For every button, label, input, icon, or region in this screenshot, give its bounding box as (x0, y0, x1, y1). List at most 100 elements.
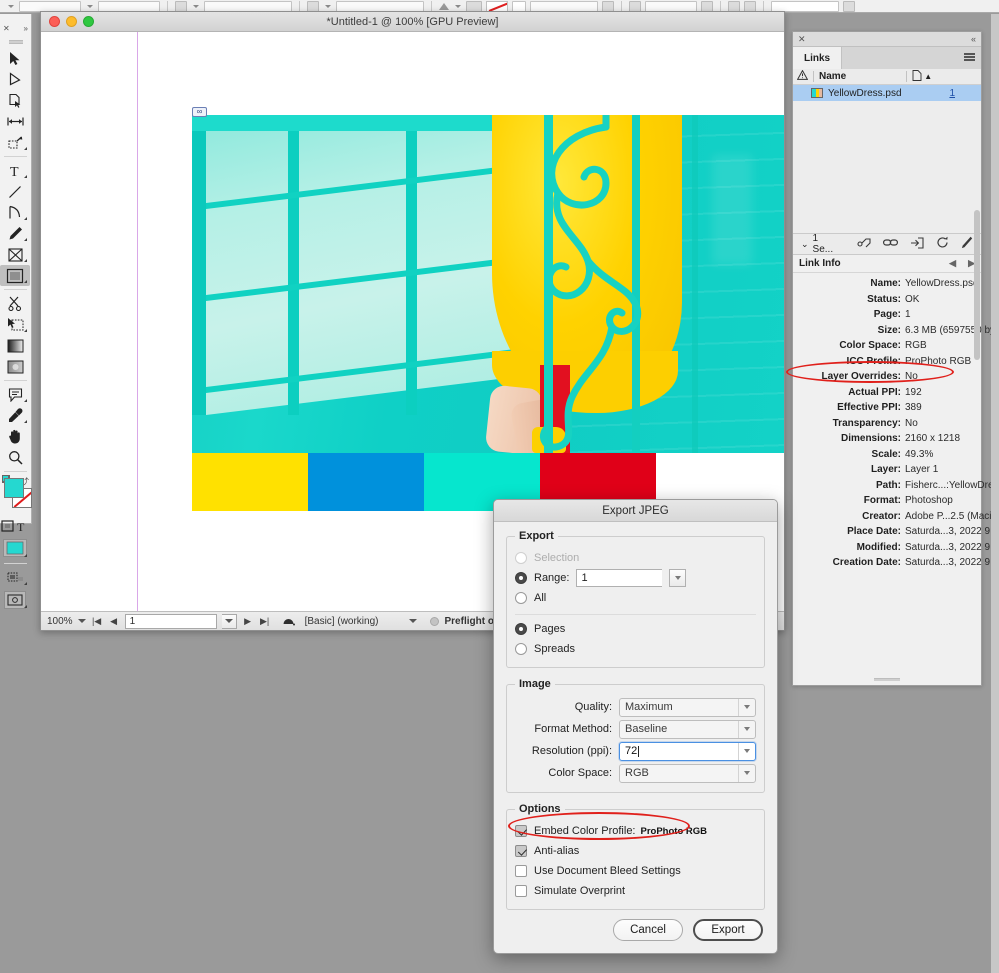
edit-original-icon[interactable] (961, 236, 973, 252)
preset-dropdown-icon[interactable] (409, 619, 418, 623)
zoom-window-button[interactable] (83, 16, 94, 27)
pen-tool[interactable] (0, 202, 30, 223)
control-icon-7[interactable] (843, 0, 855, 12)
hand-tool[interactable] (0, 426, 30, 447)
panel-menu-icon[interactable] (964, 53, 975, 62)
gradient-feather-tool[interactable] (0, 356, 30, 377)
panel-tabs[interactable]: Links (793, 47, 981, 69)
control-field-4[interactable] (336, 0, 424, 12)
swatch-yellow[interactable] (192, 453, 308, 511)
cancel-button[interactable]: Cancel (613, 919, 683, 941)
format-method-select[interactable]: Baseline (619, 719, 756, 739)
preset-icon[interactable] (282, 613, 295, 629)
relink-file-extension-icon[interactable] (910, 236, 924, 252)
collapse-icon[interactable]: » (24, 24, 28, 33)
tool-flyout-indicator[interactable] (24, 277, 27, 283)
control-chevron-icon[interactable] (323, 1, 332, 12)
swatch-blue[interactable] (308, 453, 424, 511)
radio-icon[interactable] (515, 572, 527, 584)
radio-icon[interactable] (515, 592, 527, 604)
triangle-icon[interactable] (439, 2, 449, 10)
scissors-tool[interactable] (0, 293, 30, 314)
control-chevron-icon[interactable] (85, 1, 94, 12)
zoom-level[interactable]: 100% (47, 616, 73, 627)
eyedropper-tool[interactable] (0, 405, 30, 426)
rectangle-tool[interactable] (0, 265, 30, 286)
checkbox-use-document-bleed[interactable]: Use Document Bleed Settings (515, 861, 756, 881)
tool-flyout-indicator[interactable] (24, 602, 27, 608)
control-field-3[interactable] (204, 0, 292, 12)
page-number-field[interactable]: 1 (124, 613, 217, 629)
links-panel-topbar[interactable]: ✕ « (793, 32, 981, 47)
page-tool[interactable] (0, 90, 30, 111)
control-icon-5[interactable] (629, 0, 641, 12)
links-panel-scrollbar[interactable] (974, 210, 980, 640)
rectangle-frame-tool[interactable] (0, 244, 30, 265)
checkbox-icon[interactable] (515, 845, 527, 857)
formatting-affects-container[interactable]: T (0, 515, 30, 536)
zoom-tool[interactable] (0, 447, 30, 468)
resolution-input[interactable]: 72 (619, 741, 756, 761)
previous-link-arrow-icon[interactable]: ◀ (949, 258, 956, 269)
selection-summary[interactable]: ⌄ 1 Se... (801, 233, 833, 255)
color-space-select[interactable]: RGB (619, 763, 756, 783)
last-page-button[interactable]: ▶| (259, 616, 271, 627)
link-badge-icon[interactable]: ∞ (192, 107, 207, 117)
panel-grip[interactable] (8, 40, 23, 44)
tool-flyout-indicator[interactable] (24, 144, 27, 150)
minimize-window-button[interactable] (66, 16, 77, 27)
free-transform-tool[interactable] (0, 314, 30, 335)
control-icon-6[interactable] (701, 0, 713, 12)
stroke-none-swatch[interactable] (486, 0, 508, 12)
gradient-swatch-tool[interactable] (0, 335, 30, 356)
close-window-button[interactable] (49, 16, 60, 27)
tools-panel[interactable]: ✕ » T ⤴ T (0, 14, 32, 609)
radio-spreads[interactable]: Spreads (515, 639, 756, 659)
control-icon-2[interactable] (307, 0, 319, 12)
close-icon[interactable]: ✕ (798, 34, 806, 45)
align-icon-2[interactable] (744, 0, 756, 12)
export-jpeg-dialog[interactable]: Export JPEG Export Selection Range: 1 Al (493, 499, 778, 954)
radio-pages[interactable]: Pages (515, 619, 756, 639)
chevron-down-icon[interactable]: ⌄ (801, 239, 809, 250)
checkbox-icon[interactable] (515, 865, 527, 877)
quality-select[interactable]: Maximum (619, 697, 756, 717)
control-chevron-icon[interactable] (453, 1, 462, 12)
update-link-icon[interactable] (936, 236, 949, 252)
note-tool[interactable] (0, 384, 30, 405)
control-chevron-icon[interactable] (6, 1, 15, 12)
tab-links[interactable]: Links (793, 47, 843, 69)
range-input[interactable]: 1 (576, 569, 663, 587)
name-column-header[interactable]: Name (819, 71, 846, 82)
control-icon-4[interactable] (602, 0, 614, 12)
tool-flyout-indicator[interactable] (24, 417, 27, 423)
previous-page-button[interactable]: ◀ (108, 616, 120, 627)
tools-panel-header[interactable]: ✕ » (0, 16, 31, 40)
tool-flyout-indicator[interactable] (24, 326, 27, 332)
normal-view-mode[interactable] (0, 567, 30, 588)
export-button[interactable]: Export (693, 919, 763, 941)
tool-flyout-indicator[interactable] (24, 551, 27, 557)
radio-icon[interactable] (515, 643, 527, 655)
pencil-tool[interactable] (0, 223, 30, 244)
content-collector-tool[interactable] (0, 132, 30, 153)
align-icon-1[interactable] (728, 0, 740, 12)
link-filename[interactable]: YellowDress.psd (828, 88, 902, 99)
apply-color-button[interactable] (0, 536, 30, 560)
list-item[interactable]: YellowDress.psd 1 (793, 85, 981, 101)
checkbox-icon[interactable] (515, 825, 527, 837)
range-dropdown-button[interactable] (669, 569, 687, 587)
control-field-6[interactable] (771, 0, 839, 12)
zoom-dropdown-icon[interactable] (77, 619, 86, 623)
radio-range[interactable]: Range: 1 (515, 568, 756, 588)
document-titlebar[interactable]: *Untitled-1 @ 100% [GPU Preview] (41, 12, 784, 32)
checkbox-simulate-overprint[interactable]: Simulate Overprint (515, 881, 756, 901)
tool-flyout-indicator[interactable] (24, 579, 27, 585)
stroke-weight-field[interactable] (530, 0, 598, 12)
radio-icon[interactable] (515, 623, 527, 635)
radio-all[interactable]: All (515, 588, 756, 608)
line-tool[interactable] (0, 181, 30, 202)
tool-flyout-indicator[interactable] (24, 214, 27, 220)
links-panel-toolbar[interactable]: ⌄ 1 Se... (793, 233, 981, 255)
page-dropdown-icon[interactable] (221, 613, 237, 629)
